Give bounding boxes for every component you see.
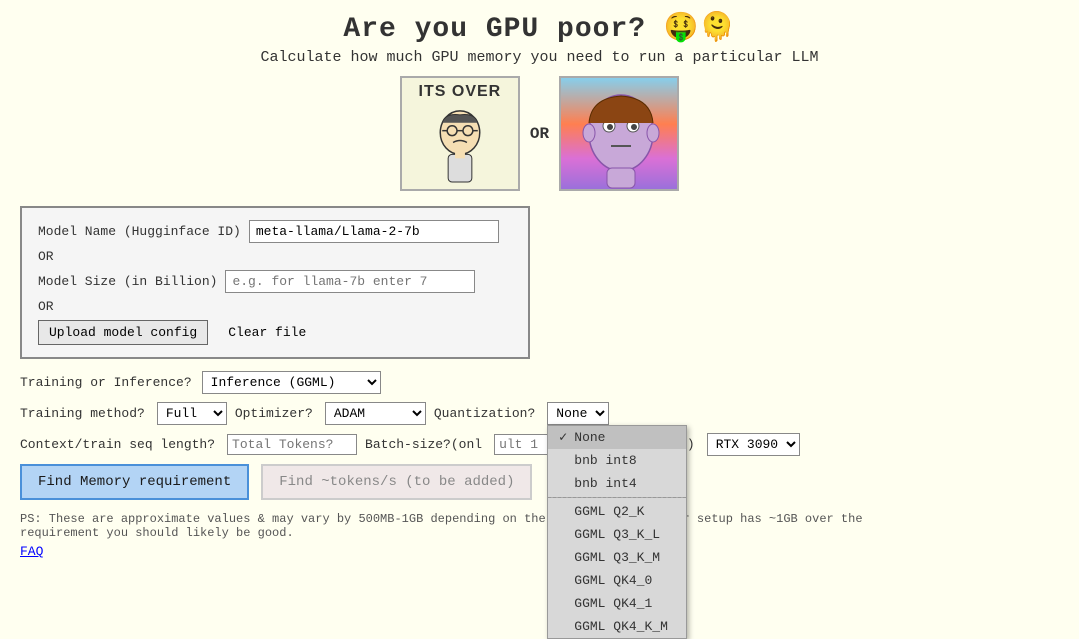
- training-method-select[interactable]: Full LoRA QLoRA: [157, 402, 227, 425]
- training-method-label: Training method?: [20, 406, 145, 421]
- quantization-option-ggml-qk40[interactable]: GGML QK4_0: [548, 569, 686, 592]
- context-batch-gpu-row: Context/train seq length? Batch-size?(on…: [20, 433, 1059, 456]
- quantization-option-bnb-int4[interactable]: bnb int4: [548, 472, 686, 495]
- footer-note: PS: These are approximate values & may v…: [20, 512, 920, 540]
- quantization-select[interactable]: None: [547, 402, 609, 425]
- gpu-select[interactable]: RTX 3090 RTX 4090 A100 H100: [707, 433, 800, 456]
- footer-text-1: PS: These are approximate values & may v…: [20, 512, 596, 526]
- quantization-container: None ✓ None bnb int8 bnb int4: [547, 402, 609, 425]
- model-form: Model Name (Hugginface ID) OR Model Size…: [20, 206, 530, 359]
- popup-divider: [548, 497, 686, 498]
- meme-npc-box: [559, 76, 679, 191]
- faq-link[interactable]: FAQ: [20, 544, 43, 559]
- quantization-option-ggml-qk4km[interactable]: GGML QK4_K_M: [548, 615, 686, 638]
- find-memory-button[interactable]: Find Memory requirement: [20, 464, 249, 500]
- quantization-label: Quantization?: [434, 406, 535, 421]
- find-tokens-button[interactable]: Find ~tokens/s (to be added): [261, 464, 532, 500]
- context-label: Context/train seq length?: [20, 437, 215, 452]
- clear-file-button[interactable]: Clear file: [218, 320, 316, 345]
- optimizer-label: Optimizer?: [235, 406, 313, 421]
- or-separator: OR: [530, 125, 549, 143]
- batch-input[interactable]: [494, 434, 554, 455]
- or-row-2: OR: [38, 299, 512, 314]
- training-inference-row: Training or Inference? Inference (GGML) …: [20, 371, 1059, 394]
- upload-row: Upload model config Clear file: [38, 320, 512, 345]
- training-inference-label: Training or Inference?: [20, 375, 192, 390]
- upload-model-config-button[interactable]: Upload model config: [38, 320, 208, 345]
- model-name-row: Model Name (Hugginface ID): [38, 220, 512, 243]
- quantization-option-ggml-q2k[interactable]: GGML Q2_K: [548, 500, 686, 523]
- model-size-row: Model Size (in Billion): [38, 270, 512, 293]
- page-header: Are you GPU poor? 🤑🫠 Calculate how much …: [20, 10, 1059, 66]
- model-name-input[interactable]: [249, 220, 499, 243]
- method-optimizer-quantization-row: Training method? Full LoRA QLoRA Optimiz…: [20, 402, 1059, 425]
- or-row-1: OR: [38, 249, 512, 264]
- model-size-input[interactable]: [225, 270, 475, 293]
- model-name-label: Model Name (Hugginface ID): [38, 224, 241, 239]
- npc-figure: [561, 78, 679, 191]
- quantization-option-none[interactable]: ✓ None: [548, 426, 686, 449]
- batch-label: Batch-size?(onl: [365, 437, 482, 452]
- quantization-option-ggml-q3km[interactable]: GGML Q3_K_M: [548, 546, 686, 569]
- context-input[interactable]: [227, 434, 357, 455]
- meme-its-over-text: ITS OVER: [419, 83, 502, 101]
- action-buttons-row: Find Memory requirement Find ~tokens/s (…: [20, 464, 1059, 500]
- meme-its-over-box: ITS OVER: [400, 76, 520, 191]
- page-subtitle: Calculate how much GPU memory you need t…: [20, 49, 1059, 66]
- optimizer-select[interactable]: ADAM SGD Adafactor: [325, 402, 426, 425]
- quantization-option-ggml-q3kl[interactable]: GGML Q3_K_L: [548, 523, 686, 546]
- training-inference-select[interactable]: Inference (GGML) Training Inference (PyT…: [202, 371, 381, 394]
- page-title: Are you GPU poor? 🤑🫠: [20, 10, 1059, 45]
- quantization-option-bnb-int8[interactable]: bnb int8: [548, 449, 686, 472]
- wojak-figure: [420, 105, 500, 184]
- quantization-option-ggml-qk41[interactable]: GGML QK4_1: [548, 592, 686, 615]
- meme-section: ITS OVER OR: [20, 76, 1059, 191]
- model-size-label: Model Size (in Billion): [38, 274, 217, 289]
